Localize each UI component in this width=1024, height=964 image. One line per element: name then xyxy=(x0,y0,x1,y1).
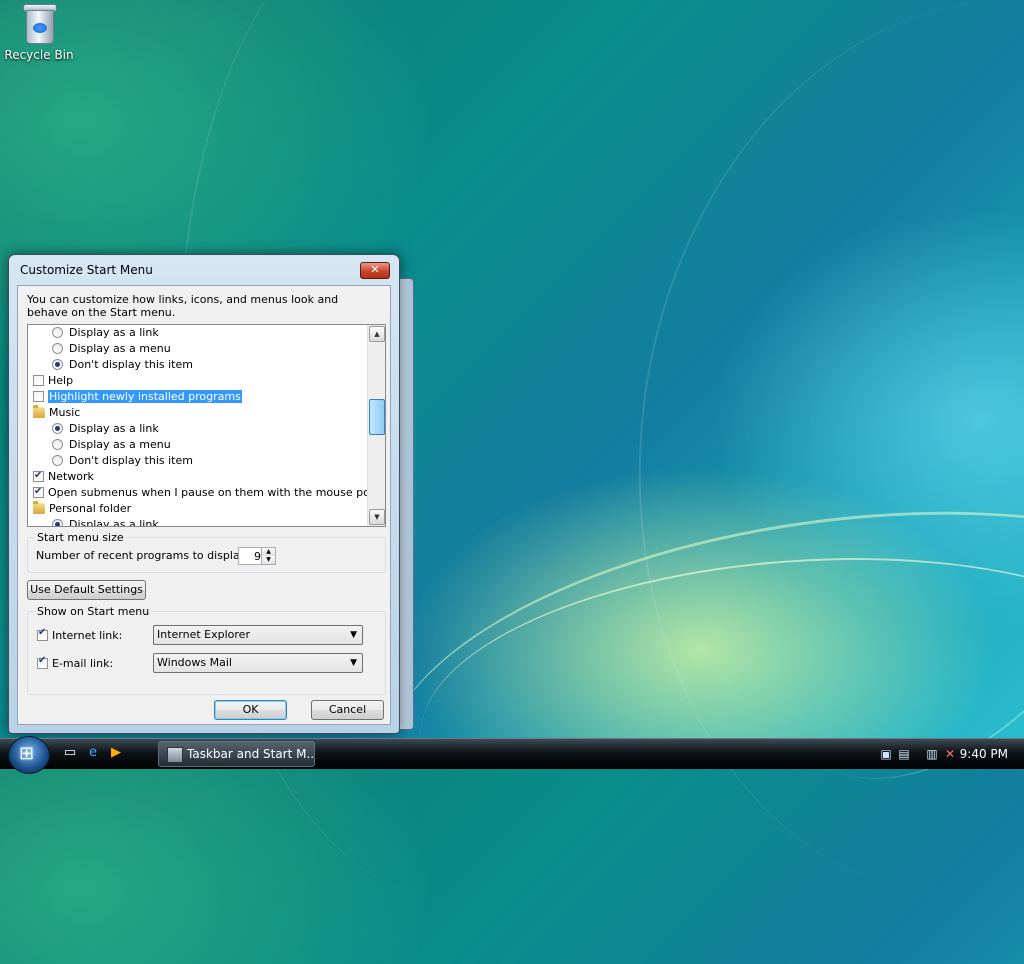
list-item[interactable]: Don't display this item xyxy=(52,453,193,469)
list-item[interactable]: Help xyxy=(33,373,73,389)
list-item[interactable]: Open submenus when I pause on them with … xyxy=(33,484,385,501)
spin-down-icon[interactable]: ▼ xyxy=(261,556,275,564)
taskbar: ▭ e ▶ Taskbar and Start M... ▣ ▤ ▥ ✕ 9:4… xyxy=(0,736,1024,774)
email-link-checkbox[interactable]: E-mail link: xyxy=(37,655,113,670)
taskbar-window-button[interactable]: Taskbar and Start M... xyxy=(158,741,315,767)
media-player-icon[interactable]: ▶ xyxy=(108,745,124,761)
start-button[interactable] xyxy=(8,736,50,774)
radio-button[interactable] xyxy=(52,455,63,466)
scroll-up-button[interactable]: ▲ xyxy=(369,326,385,342)
chevron-down-icon: ▼ xyxy=(350,658,357,668)
list-item[interactable]: Don't display this item xyxy=(52,357,193,373)
scroll-down-button[interactable]: ▼ xyxy=(369,509,385,525)
volume-muted-icon[interactable]: ✕ xyxy=(942,746,958,762)
wireless-icon[interactable]: ▤ xyxy=(896,746,912,762)
system-tray: ▣ ▤ ▥ ✕ 9:40 PM xyxy=(864,739,1024,769)
list-item[interactable]: Display as a link xyxy=(52,325,159,341)
cancel-button[interactable]: Cancel xyxy=(311,700,384,720)
start-menu-options-list[interactable]: Display as a link Display as a menu Don'… xyxy=(27,324,386,527)
recent-programs-label: Number of recent programs to display: xyxy=(36,549,250,562)
intro-text: You can customize how links, icons, and … xyxy=(27,293,339,319)
internet-link-checkbox[interactable]: Internet link: xyxy=(37,627,122,642)
list-item[interactable]: Display as a link xyxy=(52,421,159,437)
list-item[interactable]: Display as a menu xyxy=(52,437,171,453)
close-button[interactable]: ✕ xyxy=(360,262,390,279)
start-menu-size-group: Start menu size Number of recent program… xyxy=(27,531,386,573)
selected-item-label: Highlight newly installed programs xyxy=(48,390,242,403)
group-label: Start menu size xyxy=(35,531,126,544)
show-desktop-icon[interactable]: ▭ xyxy=(62,745,78,761)
checkbox[interactable] xyxy=(33,375,44,386)
list-item-group: Music xyxy=(33,405,80,421)
recycle-bin-label: Recycle Bin xyxy=(4,48,74,62)
customize-start-menu-dialog: Customize Start Menu ✕ You can customize… xyxy=(8,254,400,734)
email-link-dropdown[interactable]: Windows Mail ▼ xyxy=(153,653,363,673)
use-default-settings-button[interactable]: Use Default Settings xyxy=(27,580,146,600)
radio-button[interactable] xyxy=(52,359,63,370)
list-item[interactable]: Display as a menu xyxy=(52,341,171,357)
ok-button[interactable]: OK xyxy=(214,700,287,720)
list-item[interactable]: Network xyxy=(33,468,94,485)
clock[interactable]: 9:40 PM xyxy=(960,747,1008,761)
checkbox[interactable] xyxy=(33,484,44,500)
list-item[interactable]: Highlight newly installed programs xyxy=(33,389,242,405)
arrow-down-icon: ▼ xyxy=(374,513,380,521)
checkbox[interactable] xyxy=(37,627,48,641)
spin-up-icon[interactable]: ▲ xyxy=(261,548,275,556)
list-scrollbar[interactable]: ▲ ▼ xyxy=(367,325,385,526)
list-item-group: Personal folder xyxy=(33,501,131,517)
folder-icon xyxy=(33,405,45,418)
checkbox[interactable] xyxy=(33,391,44,402)
recycle-bin-shortcut[interactable]: Recycle Bin xyxy=(4,2,74,62)
group-label: Show on Start menu xyxy=(35,605,152,618)
radio-button[interactable] xyxy=(52,327,63,338)
internet-link-dropdown[interactable]: Internet Explorer ▼ xyxy=(153,625,363,645)
radio-button[interactable] xyxy=(52,423,63,434)
window-icon xyxy=(167,747,183,763)
recent-programs-stepper[interactable]: 9 ▲ ▼ xyxy=(238,547,276,565)
dialog-client-area: You can customize how links, icons, and … xyxy=(17,285,391,725)
checkbox[interactable] xyxy=(33,468,44,484)
monitor-icon[interactable]: ▥ xyxy=(924,746,940,762)
close-icon: ✕ xyxy=(370,263,380,276)
checkbox[interactable] xyxy=(37,655,48,669)
background-window-edge xyxy=(400,278,414,730)
radio-button[interactable] xyxy=(52,519,63,526)
list-item[interactable]: Display as a link xyxy=(52,517,159,526)
arrow-up-icon: ▲ xyxy=(374,330,380,338)
recent-programs-value: 9 xyxy=(254,550,261,563)
show-on-start-menu-group: Show on Start menu Internet link: Intern… xyxy=(27,605,386,695)
internet-explorer-icon[interactable]: e xyxy=(85,745,101,761)
recycle-bin-icon xyxy=(22,2,57,44)
scroll-thumb[interactable] xyxy=(369,399,385,435)
folder-icon xyxy=(33,501,45,514)
network-icon[interactable]: ▣ xyxy=(878,746,894,762)
chevron-down-icon: ▼ xyxy=(350,630,357,640)
radio-button[interactable] xyxy=(52,439,63,450)
dialog-title: Customize Start Menu xyxy=(20,263,153,277)
radio-button[interactable] xyxy=(52,343,63,354)
